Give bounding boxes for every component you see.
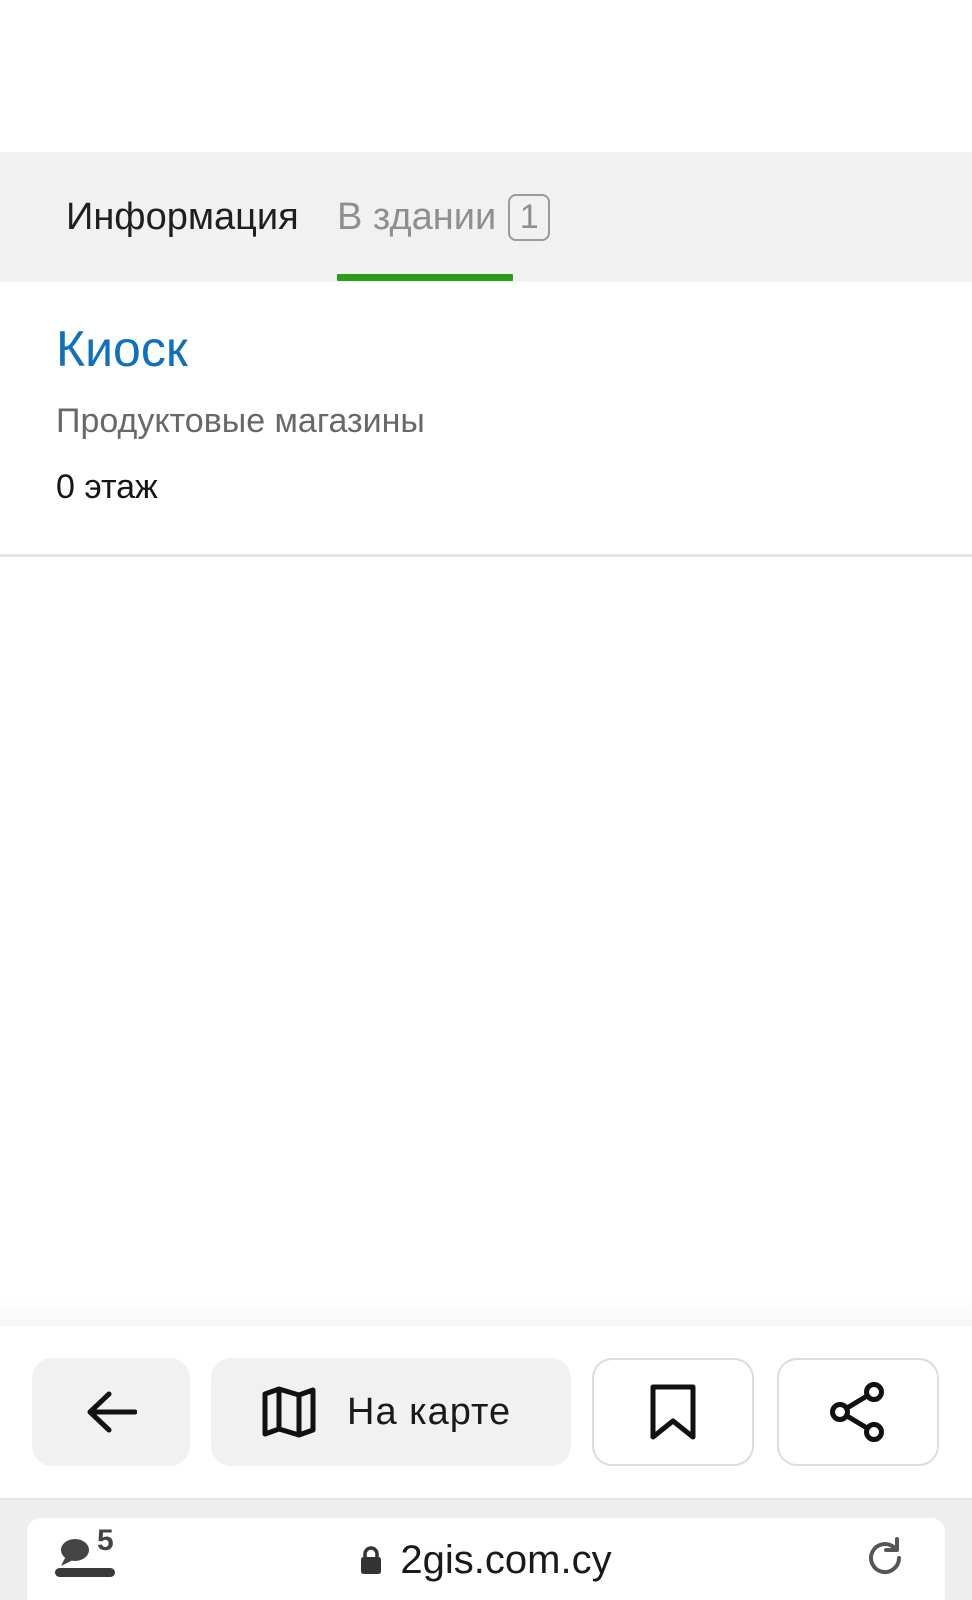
place-floor: 0 этаж: [56, 468, 158, 506]
reload-icon[interactable]: [863, 1536, 907, 1580]
tab-in-building[interactable]: В здании 1: [337, 152, 551, 282]
tab-information[interactable]: Информация: [66, 152, 299, 282]
address-bar[interactable]: 5 2gis.com.cy: [27, 1518, 945, 1600]
share-button[interactable]: [777, 1358, 939, 1466]
place-card[interactable]: Киоск Продуктовые магазины 0 этаж: [0, 282, 972, 557]
browser-bar: 5 2gis.com.cy: [0, 1498, 972, 1600]
map-icon: [262, 1386, 316, 1438]
url-field[interactable]: 2gis.com.cy: [27, 1518, 945, 1600]
divider: [0, 554, 972, 557]
tab-information-label: Информация: [66, 195, 299, 238]
active-tab-indicator: [337, 274, 513, 281]
url-text: 2gis.com.cy: [400, 1537, 612, 1582]
back-button[interactable]: [32, 1358, 190, 1466]
place-category: Продуктовые магазины: [56, 402, 425, 440]
bookmark-button[interactable]: [592, 1358, 754, 1466]
arrow-left-icon: [87, 1391, 137, 1433]
page: Информация В здании 1 Киоск Продуктовые …: [0, 0, 972, 1600]
share-icon: [830, 1382, 884, 1442]
place-name[interactable]: Киоск: [56, 324, 188, 374]
lock-icon: [361, 1546, 382, 1574]
on-map-label: На карте: [347, 1390, 512, 1433]
on-map-button[interactable]: На карте: [211, 1358, 571, 1466]
tab-bar: Информация В здании 1: [0, 152, 972, 282]
tab-in-building-label: В здании: [337, 195, 497, 238]
action-bar-shadow: [0, 1298, 972, 1328]
action-bar: На карте: [0, 1326, 972, 1498]
tab-count-badge: 1: [508, 193, 551, 241]
bookmark-icon: [650, 1384, 696, 1440]
